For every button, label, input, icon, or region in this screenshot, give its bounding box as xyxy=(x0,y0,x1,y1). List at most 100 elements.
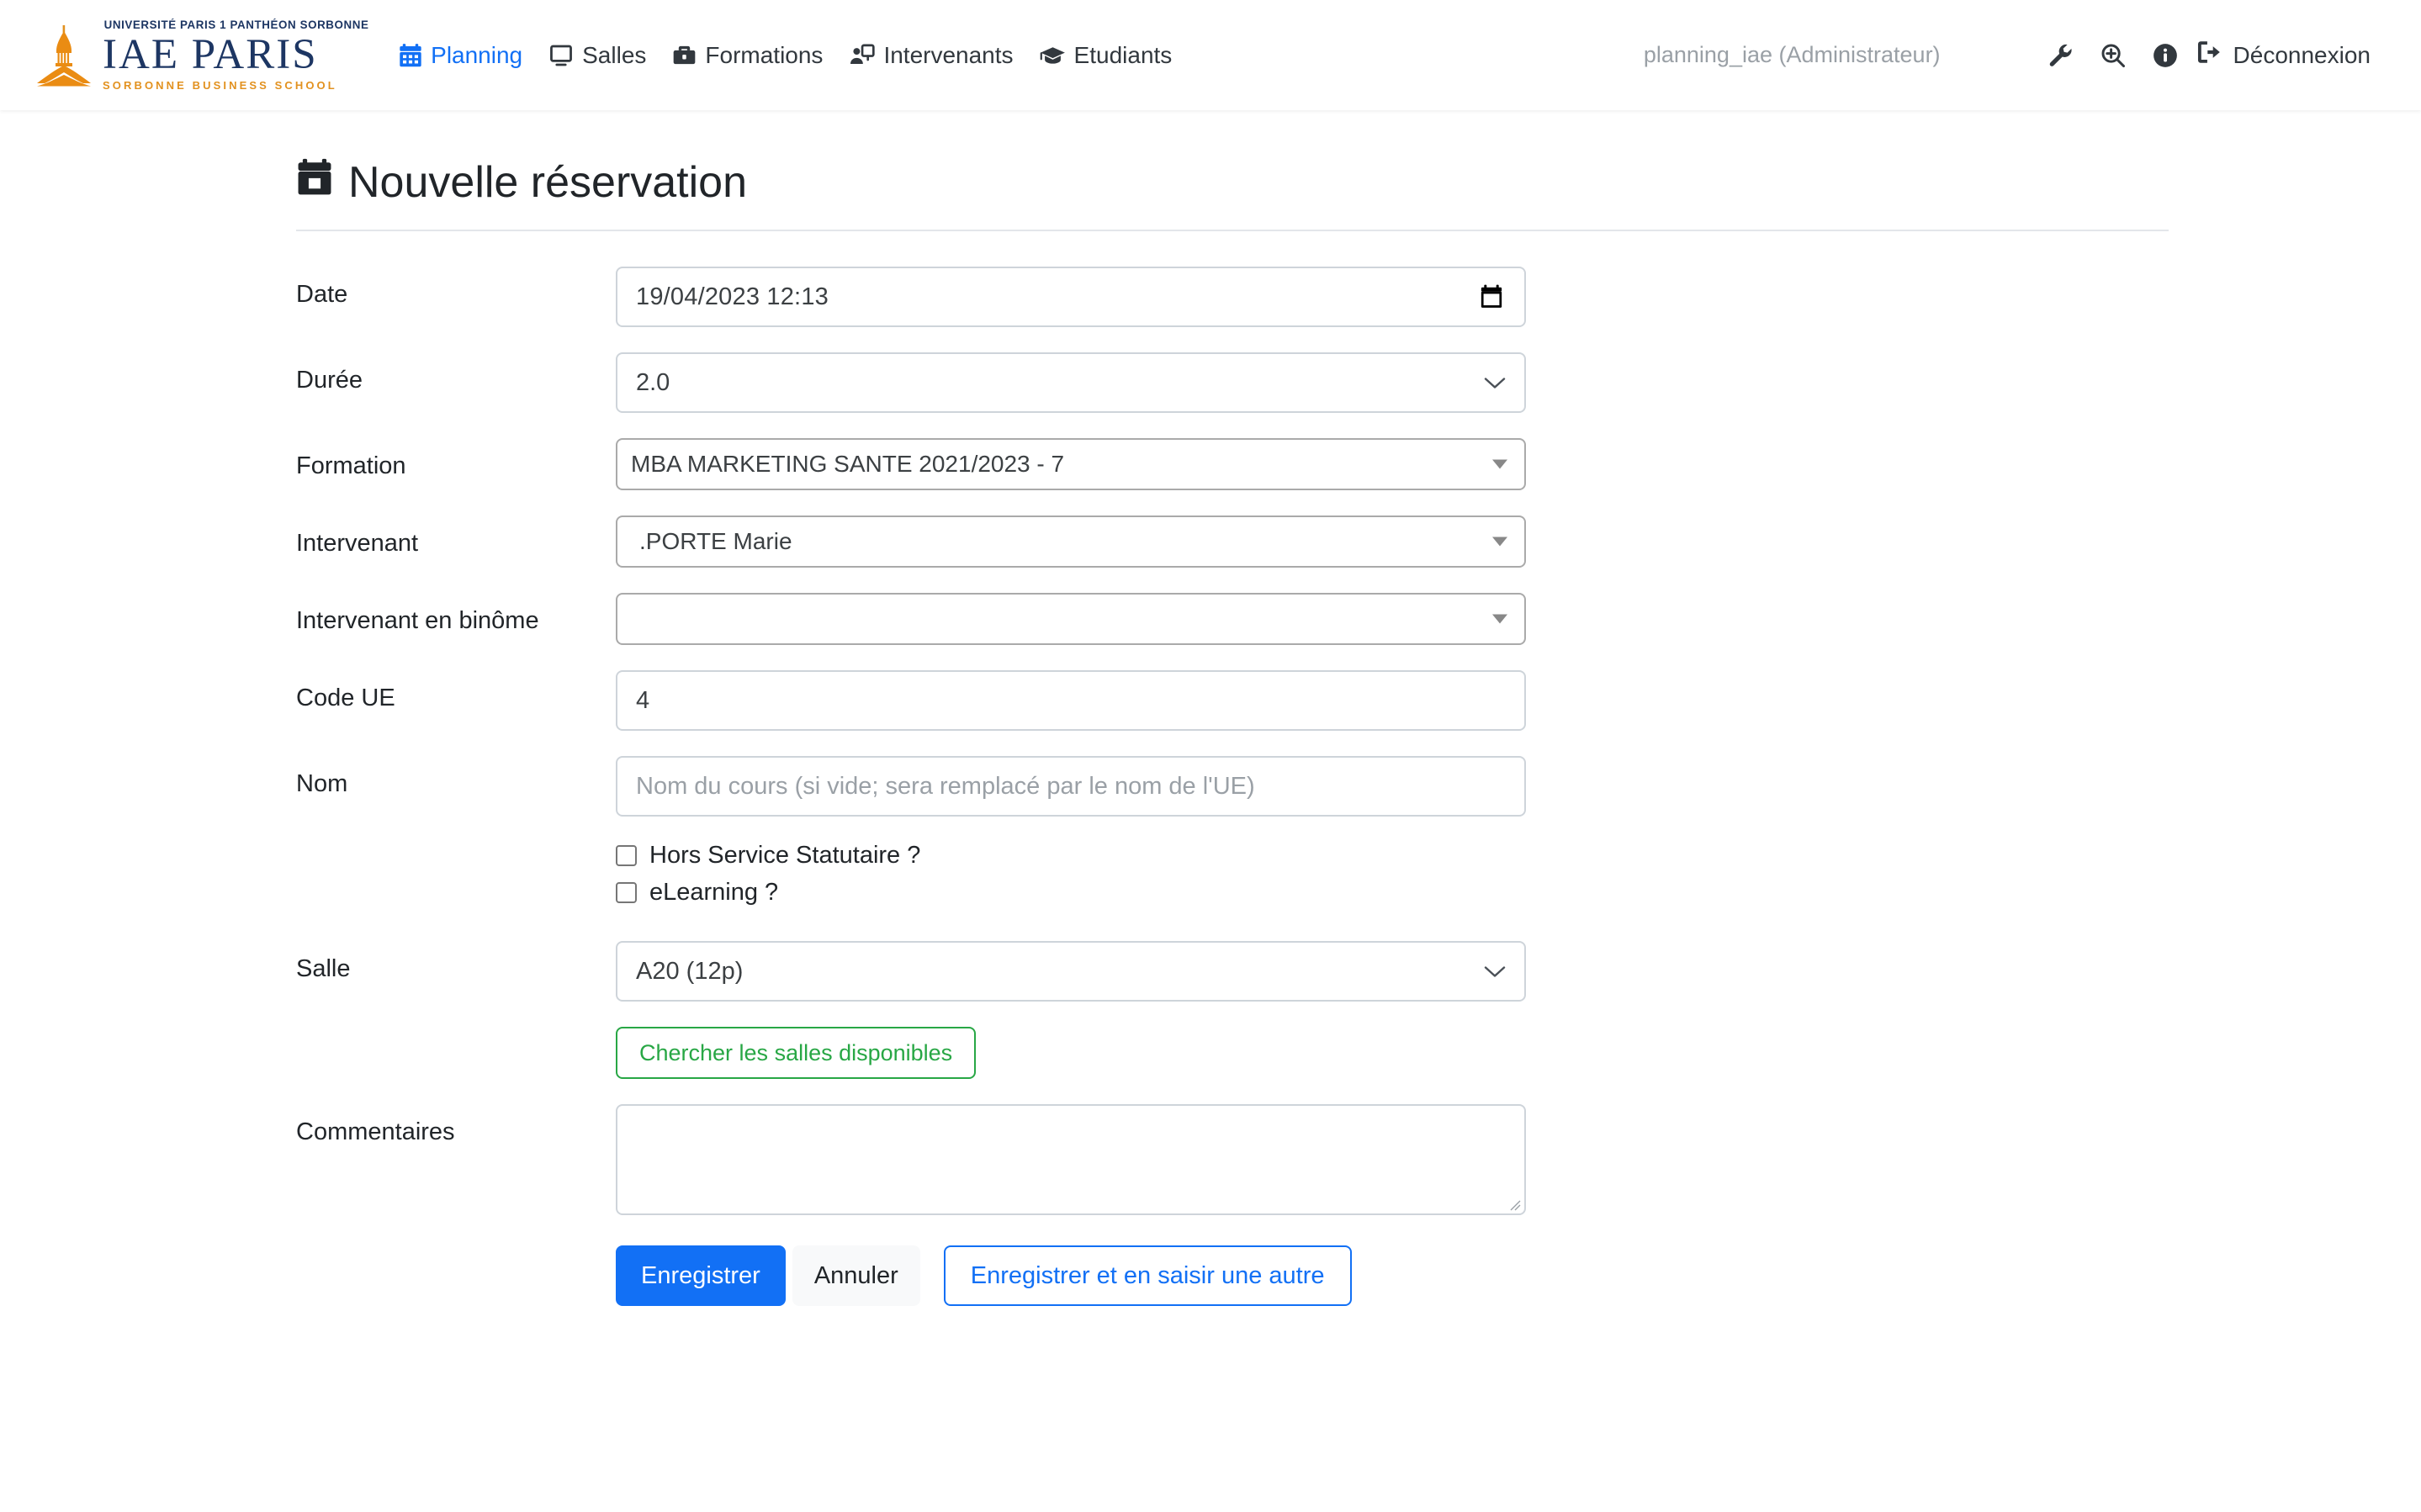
label-duree: Durée xyxy=(296,367,363,394)
field-intervenant-binome xyxy=(616,593,1526,645)
field-options: Hors Service Statutaire ? eLearning ? xyxy=(616,842,1526,916)
form-row-actions: Enregistrer Annuler Enregistrer et en sa… xyxy=(296,1240,2125,1306)
info-icon[interactable] xyxy=(2139,29,2191,82)
reservation-form: Date 19/04/2023 12:13 Durée 2.0 Formatio… xyxy=(296,267,2125,1306)
page-title-text: Nouvelle réservation xyxy=(348,158,748,207)
field-actions: Enregistrer Annuler Enregistrer et en sa… xyxy=(616,1240,1526,1306)
nav-item-label: Planning xyxy=(431,41,523,68)
duree-select[interactable]: 2.0 xyxy=(616,352,1526,413)
calendar-icon xyxy=(399,43,422,68)
field-date: 19/04/2023 12:13 xyxy=(616,267,1526,327)
form-row-intervenant-binome: Intervenant en binôme xyxy=(296,593,2125,645)
brand-logo-link[interactable]: UNIVERSITÉ PARIS 1 PANTHÉON SORBONNE IAE… xyxy=(34,19,370,91)
screen-icon xyxy=(548,44,574,67)
label-formation: Formation xyxy=(296,452,406,479)
nav-item-label: Salles xyxy=(582,41,647,68)
wrench-icon[interactable] xyxy=(2035,29,2087,82)
nav-item-intervenants[interactable]: Intervenants xyxy=(849,41,1014,69)
code-ue-input[interactable]: 4 xyxy=(616,670,1526,731)
field-duree: 2.0 xyxy=(616,352,1526,413)
label-code-ue: Code UE xyxy=(296,685,395,711)
iae-paris-logo-icon xyxy=(34,24,94,87)
formation-select-value: MBA MARKETING SANTE 2021/2023 - 7 xyxy=(631,451,1065,477)
sign-out-icon xyxy=(2196,40,2223,71)
top-navbar: UNIVERSITÉ PARIS 1 PANTHÉON SORBONNE IAE… xyxy=(0,0,2421,110)
formation-select[interactable]: MBA MARKETING SANTE 2021/2023 - 7 xyxy=(616,438,1526,490)
field-formation: MBA MARKETING SANTE 2021/2023 - 7 xyxy=(616,438,1526,490)
code-ue-input-value: 4 xyxy=(636,686,650,714)
brand-sub-line: SORBONNE BUSINESS SCHOOL xyxy=(103,78,337,92)
label-actions-spacer xyxy=(296,1240,616,1252)
label-nom: Nom xyxy=(296,770,348,797)
checkbox-label: eLearning ? xyxy=(649,879,779,906)
nav-item-etudiants[interactable]: Etudiants xyxy=(1040,41,1173,69)
form-row-formation: Formation MBA MARKETING SANTE 2021/2023 … xyxy=(296,438,2125,490)
form-row-options: Hors Service Statutaire ? eLearning ? xyxy=(296,842,2125,916)
field-salle: A20 (12p) xyxy=(616,941,1526,1002)
form-row-nom: Nom Nom du cours (si vide; sera remplacé… xyxy=(296,756,2125,817)
dropdown-arrow-icon xyxy=(1492,459,1507,469)
salle-select-value: A20 (12p) xyxy=(636,957,744,985)
form-row-date: Date 19/04/2023 12:13 xyxy=(296,267,2125,327)
graduation-cap-icon xyxy=(1040,45,1066,66)
logout-label: Déconnexion xyxy=(2233,41,2371,68)
page-title: Nouvelle réservation xyxy=(296,157,2125,218)
label-intervenant-binome: Intervenant en binôme xyxy=(296,607,539,634)
salle-select[interactable]: A20 (12p) xyxy=(616,941,1526,1002)
nav-item-label: Intervenants xyxy=(883,41,1014,68)
field-search-rooms: Chercher les salles disponibles xyxy=(616,1027,1526,1079)
primary-nav: Planning Salles Formations Intervenants … xyxy=(399,42,1172,69)
nav-item-planning[interactable]: Planning xyxy=(399,42,522,69)
page-body: Nouvelle réservation Date 19/04/2023 12:… xyxy=(0,157,2421,1306)
search-available-rooms-button[interactable]: Chercher les salles disponibles xyxy=(616,1027,977,1079)
date-input-value: 19/04/2023 12:13 xyxy=(636,283,829,310)
form-row-salle: Salle A20 (12p) xyxy=(296,941,2125,1002)
form-row-search-rooms: Chercher les salles disponibles xyxy=(296,1027,2125,1079)
form-row-commentaires: Commentaires xyxy=(296,1104,2125,1215)
chevron-down-icon xyxy=(1484,958,1506,986)
label-commentaires: Commentaires xyxy=(296,1118,455,1145)
field-nom: Nom du cours (si vide; sera remplacé par… xyxy=(616,756,1526,817)
intervenant-select-value: .PORTE Marie xyxy=(639,528,792,554)
presenter-icon xyxy=(849,44,876,66)
title-divider xyxy=(296,230,2169,231)
label-salle: Salle xyxy=(296,955,351,982)
current-user-label: planning_iae (Administrateur) xyxy=(1643,42,1941,67)
save-and-add-another-button[interactable]: Enregistrer et en saisir une autre xyxy=(943,1245,1352,1306)
content-container: Nouvelle réservation Date 19/04/2023 12:… xyxy=(274,157,2169,1306)
form-row-code-ue: Code UE 4 xyxy=(296,670,2125,731)
checkbox-label: Hors Service Statutaire ? xyxy=(649,842,921,869)
checkbox-elearning[interactable]: eLearning ? xyxy=(616,879,1526,907)
label-date: Date xyxy=(296,281,348,308)
intervenant-binome-select[interactable] xyxy=(616,593,1526,645)
save-button[interactable]: Enregistrer xyxy=(616,1245,786,1306)
field-code-ue: 4 xyxy=(616,670,1526,731)
calendar-picker-icon[interactable] xyxy=(1477,283,1506,311)
logout-button[interactable]: Déconnexion xyxy=(2196,40,2371,71)
field-commentaires xyxy=(616,1104,1526,1215)
resize-handle-icon[interactable] xyxy=(1506,1196,1521,1211)
form-actions: Enregistrer Annuler Enregistrer et en sa… xyxy=(616,1245,1526,1306)
nom-input[interactable]: Nom du cours (si vide; sera remplacé par… xyxy=(616,756,1526,817)
brand-name: IAE PARIS xyxy=(103,30,318,78)
commentaires-textarea[interactable] xyxy=(616,1104,1526,1215)
dropdown-arrow-icon xyxy=(1492,537,1507,547)
brand-top-line: UNIVERSITÉ PARIS 1 PANTHÉON SORBONNE xyxy=(103,19,369,32)
checkbox-box[interactable] xyxy=(616,845,637,866)
checkbox-box[interactable] xyxy=(616,882,637,903)
form-row-duree: Durée 2.0 xyxy=(296,352,2125,413)
date-input[interactable]: 19/04/2023 12:13 xyxy=(616,267,1526,327)
checkbox-hors-service-statutaire[interactable]: Hors Service Statutaire ? xyxy=(616,842,1526,870)
intervenant-select[interactable]: .PORTE Marie xyxy=(616,515,1526,568)
cancel-button[interactable]: Annuler xyxy=(792,1245,920,1306)
briefcase-icon xyxy=(672,44,697,66)
chevron-down-icon xyxy=(1484,369,1506,397)
zoom-in-icon[interactable] xyxy=(2087,29,2139,82)
nav-item-formations[interactable]: Formations xyxy=(672,42,823,69)
calendar-icon xyxy=(296,157,333,208)
label-search-rooms-spacer xyxy=(296,1027,616,1039)
nav-item-salles[interactable]: Salles xyxy=(548,42,646,69)
dropdown-arrow-icon xyxy=(1492,614,1507,624)
nav-item-label: Etudiants xyxy=(1073,41,1173,68)
brand-wordmark: UNIVERSITÉ PARIS 1 PANTHÉON SORBONNE IAE… xyxy=(103,19,370,91)
